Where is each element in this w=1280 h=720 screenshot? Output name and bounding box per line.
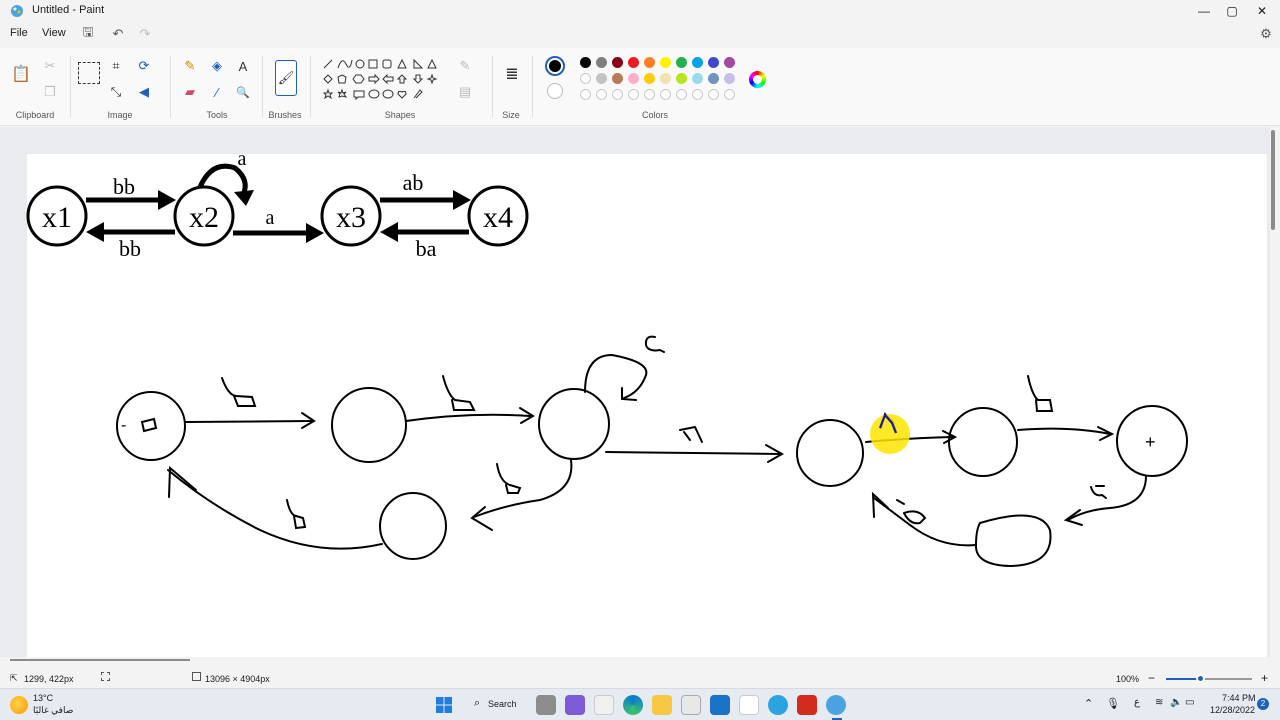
hand-drawn-sketch — [116, 335, 1188, 568]
final-mark: + — [1145, 432, 1156, 452]
hand-state — [948, 407, 1018, 477]
clock-time[interactable]: 7:44 PM — [1222, 693, 1256, 703]
selection-icon — [101, 672, 110, 681]
hand-state — [331, 387, 407, 463]
telegram-icon[interactable] — [768, 695, 788, 715]
arrowhead — [234, 190, 254, 206]
hand-state — [796, 419, 864, 487]
hand-state — [538, 388, 610, 460]
language-indicator[interactable]: ع — [1134, 697, 1140, 708]
pointer-icon: ⇱ — [10, 673, 18, 683]
edge-label: ab — [403, 170, 424, 195]
mail-icon[interactable] — [710, 695, 730, 715]
cursor-position: 1299, 422px — [24, 674, 74, 684]
zoom-in-icon[interactable]: + — [1261, 671, 1268, 685]
zoom-slider-thumb[interactable] — [1196, 674, 1205, 683]
task-view-icon[interactable] — [536, 695, 556, 715]
search-button[interactable]: ⌕ Search — [466, 694, 526, 716]
zoom-out-icon[interactable]: − — [1148, 671, 1155, 685]
zoom-slider[interactable] — [1166, 674, 1252, 683]
edge-label: ba — [416, 236, 437, 261]
edge-label: bb — [113, 174, 135, 199]
acrobat-icon[interactable] — [797, 695, 817, 715]
search-label: Search — [488, 699, 517, 709]
state-label: x3 — [336, 201, 366, 234]
edge-icon[interactable] — [623, 695, 643, 715]
weather-desc: صافي غالبًا — [33, 705, 74, 715]
start-mark: - — [121, 417, 126, 434]
hand-state — [379, 492, 447, 560]
canvas-dimensions: 13096 × 4904px — [205, 674, 270, 684]
arrowhead — [453, 190, 471, 210]
state-label: x2 — [189, 201, 219, 234]
volume-icon[interactable]: 🔈 — [1170, 697, 1182, 708]
state-label: x1 — [42, 201, 72, 234]
status-bar: ⇱ 1299, 422px 13096 × 4904px 100% − + — [0, 668, 1280, 688]
drawing-layer: x1 x2 x3 x4 bb bb a a ab ba - + — [26, 148, 1188, 568]
canvas-size-icon — [192, 672, 201, 681]
battery-icon[interactable]: ▭ — [1185, 697, 1194, 708]
search-icon: ⌕ — [474, 697, 481, 709]
arrowhead — [306, 223, 324, 243]
hand-state — [116, 391, 186, 461]
clock-date[interactable]: 12/28/2022 — [1210, 705, 1255, 715]
file-explorer-icon[interactable] — [652, 695, 672, 715]
edge-label: bb — [119, 236, 141, 261]
hand-state — [974, 514, 1052, 568]
state-label: x4 — [483, 201, 513, 234]
edge-label: a — [238, 148, 247, 170]
arrowhead — [380, 222, 398, 242]
notification-badge[interactable]: 2 — [1257, 698, 1269, 710]
start-mark-symbol — [140, 417, 158, 433]
office-icon[interactable] — [739, 695, 759, 715]
zoom-slider-fill — [1166, 678, 1200, 680]
weather-temp: 13°C — [33, 693, 54, 703]
store-icon[interactable] — [594, 695, 614, 715]
windows-start-icon[interactable] — [436, 697, 452, 713]
edge-label: a — [266, 207, 275, 229]
teams-icon[interactable] — [565, 695, 585, 715]
weather-icon[interactable] — [10, 696, 28, 714]
microphone-icon[interactable]: 🎙 — [1106, 697, 1120, 710]
zoom-level: 100% — [1116, 674, 1140, 684]
calculator-icon[interactable] — [681, 695, 701, 715]
wifi-icon[interactable]: ≋ — [1155, 697, 1163, 708]
taskbar: 13°C صافي غالبًا ⌕ Search ⌃ 🎙 ع ≋ 🔈 ▭ 7:… — [0, 688, 1280, 720]
typed-diagram: x1 x2 x3 x4 bb bb a a ab ba — [26, 148, 529, 261]
hidden-icons-chevron[interactable]: ⌃ — [1084, 697, 1093, 710]
arrowhead — [158, 190, 176, 210]
paint-taskbar-icon[interactable] — [826, 695, 846, 715]
arrowhead — [86, 222, 104, 242]
